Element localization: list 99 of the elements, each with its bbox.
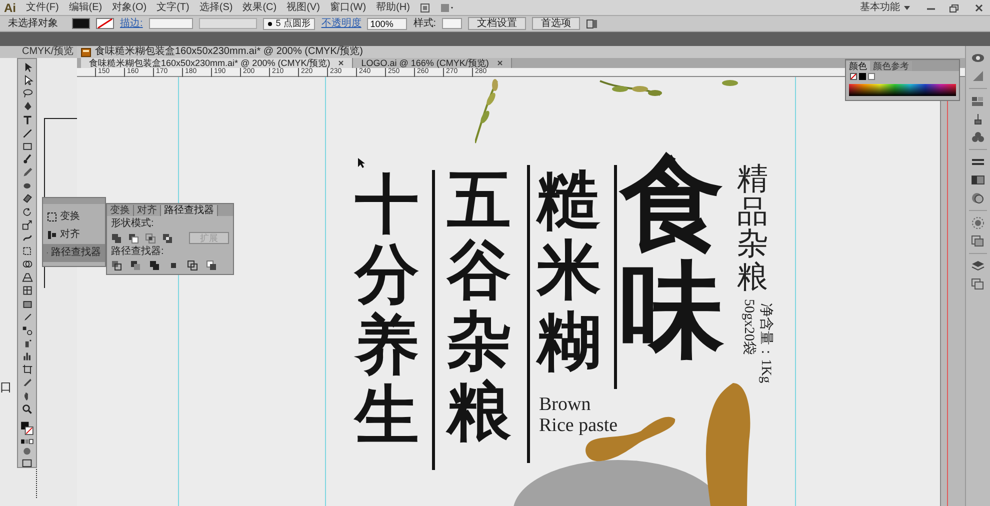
artboard-icon[interactable] <box>20 364 34 374</box>
vertical-title-text: 糙米糊 <box>537 165 601 376</box>
pencil-icon[interactable] <box>20 167 34 178</box>
edge-text: 口 <box>0 381 12 393</box>
swatch[interactable] <box>868 73 875 80</box>
perspective-grid-icon[interactable] <box>20 272 34 282</box>
blend-icon[interactable] <box>20 324 34 335</box>
grid-icon[interactable] <box>420 2 430 12</box>
style-swatch[interactable] <box>442 18 462 29</box>
pack-size-text: 50gx20袋 <box>740 299 756 355</box>
app-logo: Ai <box>4 2 16 14</box>
stroke-label[interactable]: 描边: <box>120 18 143 28</box>
minus-front-icon[interactable] <box>128 232 139 244</box>
vertical-title-text: 五谷杂粮 <box>447 165 511 447</box>
line-icon[interactable] <box>20 128 34 138</box>
bar-graph-icon[interactable] <box>20 351 34 362</box>
panel-tab[interactable]: 对齐 <box>134 205 161 216</box>
menu-item[interactable]: 选择(S) <box>199 2 233 12</box>
section-label: 路径查找器: <box>110 247 165 257</box>
mesh-icon[interactable] <box>20 285 34 296</box>
style-label: 样式: <box>413 18 436 28</box>
stroke-lines-icon[interactable] <box>971 156 985 168</box>
scale-icon[interactable] <box>20 220 34 230</box>
net-weight-text: 净含量：1Kg <box>757 303 773 384</box>
divide-icon[interactable] <box>111 260 122 271</box>
panel-dock-item[interactable]: 路径查找器 <box>43 244 105 262</box>
workspace-switcher[interactable]: 基本功能 <box>856 2 914 12</box>
unite-icon[interactable] <box>111 232 122 244</box>
document-tab[interactable]: 食味糙米糊包装盒160x50x230mm.ai* @ 200% (CMYK/预览) <box>81 58 354 68</box>
crop-icon[interactable] <box>168 260 179 271</box>
transform-icon <box>47 212 57 222</box>
vertical-subtitle-text: 精品杂粮 <box>737 163 768 294</box>
merge-icon[interactable] <box>149 260 160 271</box>
exclude-icon[interactable] <box>162 232 173 244</box>
document-tab[interactable]: LOGO.ai @ 166% (CMYK/预览) <box>353 58 512 68</box>
type-cursor-icon[interactable] <box>20 114 34 125</box>
close-icon[interactable] <box>496 60 503 66</box>
eye-icon[interactable] <box>971 52 985 64</box>
layers-icon[interactable] <box>971 260 985 272</box>
swatch[interactable] <box>859 73 866 80</box>
caret-icon <box>904 6 910 10</box>
trim-icon[interactable] <box>130 260 141 271</box>
clubs-icon[interactable] <box>971 131 985 143</box>
panel-tab[interactable]: 路径查找器 <box>161 205 218 216</box>
menu-item[interactable]: 文字(T) <box>156 2 190 12</box>
selection-status: 未选择对象 <box>8 18 58 28</box>
none-swatch-icon[interactable] <box>850 73 857 80</box>
brush-dropdown[interactable]: 5 点圆形 <box>262 18 316 30</box>
menu-item[interactable]: 编辑(E) <box>68 2 102 12</box>
align-icon <box>47 230 57 240</box>
panel-dock-item[interactable]: 变换 <box>43 208 105 226</box>
screen-mode-icon[interactable] <box>21 458 33 467</box>
menu-item[interactable]: 对象(O) <box>112 2 147 12</box>
transparency-icon[interactable] <box>971 192 985 204</box>
swatches-icon[interactable] <box>971 95 985 107</box>
outline-icon[interactable] <box>187 260 198 271</box>
english-name-text: Brown Rice paste <box>539 394 618 436</box>
graphic-styles-icon[interactable] <box>971 235 985 247</box>
toolbar-button[interactable]: 文档设置 <box>468 17 526 30</box>
menu-item[interactable]: 视图(V) <box>286 2 320 12</box>
vertical-title-text: 十分养生 <box>355 169 419 451</box>
menu-item[interactable]: 效果(C) <box>242 2 277 12</box>
gradient-swatch-icon[interactable] <box>971 174 985 186</box>
intersect-icon[interactable] <box>145 232 156 244</box>
color-modes-icon[interactable] <box>19 439 35 444</box>
warp-icon[interactable] <box>20 232 34 243</box>
rectangle-icon[interactable] <box>20 140 34 151</box>
cursor-icon <box>357 157 365 169</box>
panel-tab[interactable]: 颜色参考 <box>870 61 912 71</box>
fill-stroke-swatches-icon[interactable] <box>19 420 35 436</box>
opacity-label[interactable]: 不透明度 <box>321 18 362 28</box>
opacity-field[interactable]: 100% <box>367 18 408 30</box>
stroke-weight-field[interactable] <box>148 18 193 29</box>
toolbar-button[interactable]: 首选项 <box>532 17 580 30</box>
gradient-icon[interactable] <box>20 298 34 309</box>
window-title: 食味糙米糊包装盒160x50x230mm.ai* @ 200% (CMYK/预览) <box>95 47 363 57</box>
menu-item[interactable]: 文件(F) <box>26 2 59 12</box>
minus-back-icon[interactable] <box>206 260 217 271</box>
stroke-swatch[interactable] <box>96 18 114 29</box>
sun-icon[interactable] <box>971 217 985 229</box>
search-icon[interactable] <box>20 404 34 414</box>
fill-swatch[interactable] <box>72 18 90 29</box>
artboards-icon[interactable] <box>971 278 985 290</box>
panel-tab[interactable]: 颜色 <box>846 61 870 71</box>
rotate-icon[interactable] <box>20 206 34 217</box>
menu-item[interactable]: 窗口(W) <box>330 2 366 12</box>
close-icon[interactable] <box>338 60 344 66</box>
brand-title-text: 食味 <box>620 151 724 366</box>
color-spectrum[interactable] <box>849 84 956 96</box>
panel-dock-item[interactable]: 对齐 <box>43 226 105 244</box>
brush-icon[interactable] <box>20 154 34 164</box>
menu-item[interactable]: 帮助(H) <box>376 2 410 12</box>
free-transform-icon[interactable] <box>20 246 34 256</box>
panel-tab[interactable]: 变换 <box>107 205 134 216</box>
document-icon <box>81 48 91 56</box>
shape-builder-icon[interactable] <box>20 259 34 270</box>
lasso-icon[interactable] <box>20 88 34 98</box>
section-label: 形状模式: <box>110 216 155 229</box>
eraser-icon[interactable] <box>20 193 34 204</box>
